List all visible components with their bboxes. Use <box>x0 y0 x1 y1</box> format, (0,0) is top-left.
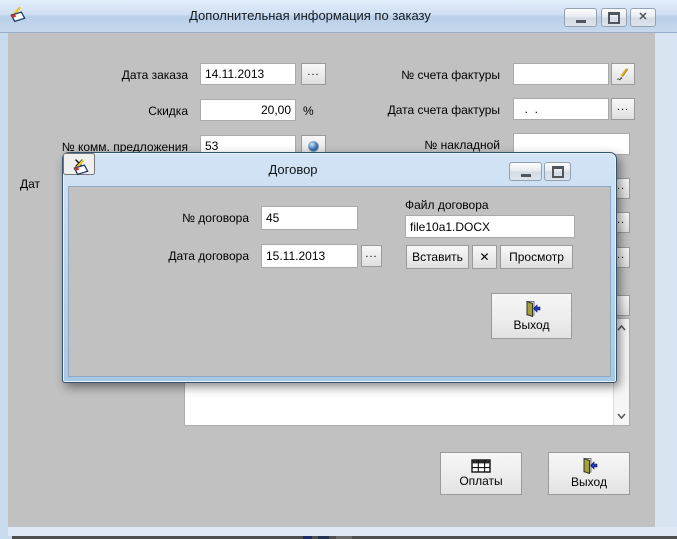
payments-button-label: Оплаты <box>459 473 503 488</box>
maximize-icon <box>551 165 564 178</box>
main-exit-button-label: Выход <box>571 475 607 490</box>
dialog-exit-button-label: Выход <box>513 317 550 332</box>
table-grid-icon <box>471 459 491 473</box>
contract-file-label: Файл договора <box>405 198 489 212</box>
ellipsis-icon: ... <box>307 65 320 78</box>
scroll-down-button[interactable] <box>614 408 629 423</box>
invoice-number-input[interactable] <box>513 63 609 85</box>
invoice-date-label: Дата счета фактуры <box>387 103 500 117</box>
contract-number-label: № договора <box>182 211 249 225</box>
invoice-date-picker-button[interactable]: ... <box>611 98 635 120</box>
exit-door-icon <box>583 458 598 475</box>
insert-file-button-label: Вставить <box>412 250 463 264</box>
contract-dialog: Договор ✕ № договора Файл договора Дата … <box>62 152 617 383</box>
globe-icon <box>307 140 320 152</box>
contract-date-label: Дата договора <box>168 249 249 263</box>
main-exit-button[interactable]: Выход <box>548 452 630 495</box>
chevron-up-icon <box>617 324 626 331</box>
delete-file-button[interactable]: ✕ <box>472 245 497 269</box>
minimize-icon <box>575 20 586 23</box>
discount-input[interactable] <box>200 99 296 121</box>
exit-door-icon <box>526 300 540 317</box>
contract-date-input[interactable] <box>261 244 358 268</box>
preview-file-button-label: Просмотр <box>509 250 564 264</box>
main-window-title: Дополнительная информация по заказу <box>189 8 431 23</box>
discount-label: Скидка <box>148 104 188 118</box>
preview-file-button[interactable]: Просмотр <box>500 245 573 269</box>
main-close-button[interactable]: ✕ <box>630 8 656 27</box>
dialog-client-area: № договора Файл договора Дата договора .… <box>68 186 611 377</box>
insert-file-button[interactable]: Вставить <box>406 245 469 269</box>
desktop: Дополнительная информация по заказу ✕ Да… <box>0 0 677 539</box>
invoice-edit-button[interactable] <box>611 63 635 85</box>
minimize-icon <box>520 174 531 177</box>
window-frame-bottom <box>8 527 677 536</box>
ellipsis-icon: ... <box>365 247 378 260</box>
chevron-down-icon <box>617 412 626 419</box>
red-x-icon: ✕ <box>479 250 490 264</box>
window-frame-right <box>655 33 677 539</box>
close-icon: ✕ <box>638 11 648 23</box>
waybill-number-label: № накладной <box>424 138 500 152</box>
pencil-icon <box>617 68 629 81</box>
main-maximize-button[interactable] <box>601 8 627 27</box>
contract-file-input[interactable] <box>405 215 575 238</box>
order-date-picker-button[interactable]: ... <box>301 63 326 85</box>
invoice-date-input[interactable] <box>513 98 609 120</box>
main-titlebar[interactable]: Дополнительная информация по заказу ✕ <box>0 0 677 33</box>
ellipsis-icon: ... <box>616 100 630 113</box>
dialog-minimize-button[interactable] <box>509 162 542 181</box>
dialog-title: Договор <box>268 162 318 177</box>
dialog-maximize-button[interactable] <box>544 162 571 181</box>
order-date-label: Дата заказа <box>121 68 188 82</box>
dialog-exit-button[interactable]: Выход <box>491 293 572 339</box>
contract-number-input[interactable] <box>261 206 358 230</box>
invoice-number-label: № счета фактуры <box>401 68 500 82</box>
payments-button[interactable]: Оплаты <box>440 452 522 495</box>
order-date-input[interactable] <box>200 63 296 85</box>
discount-unit-label: % <box>303 104 314 118</box>
maximize-icon <box>608 11 620 24</box>
contract-date-picker-button[interactable]: ... <box>361 245 382 267</box>
main-minimize-button[interactable] <box>564 8 597 27</box>
hidden-field-label-partial: Дат <box>20 177 41 191</box>
